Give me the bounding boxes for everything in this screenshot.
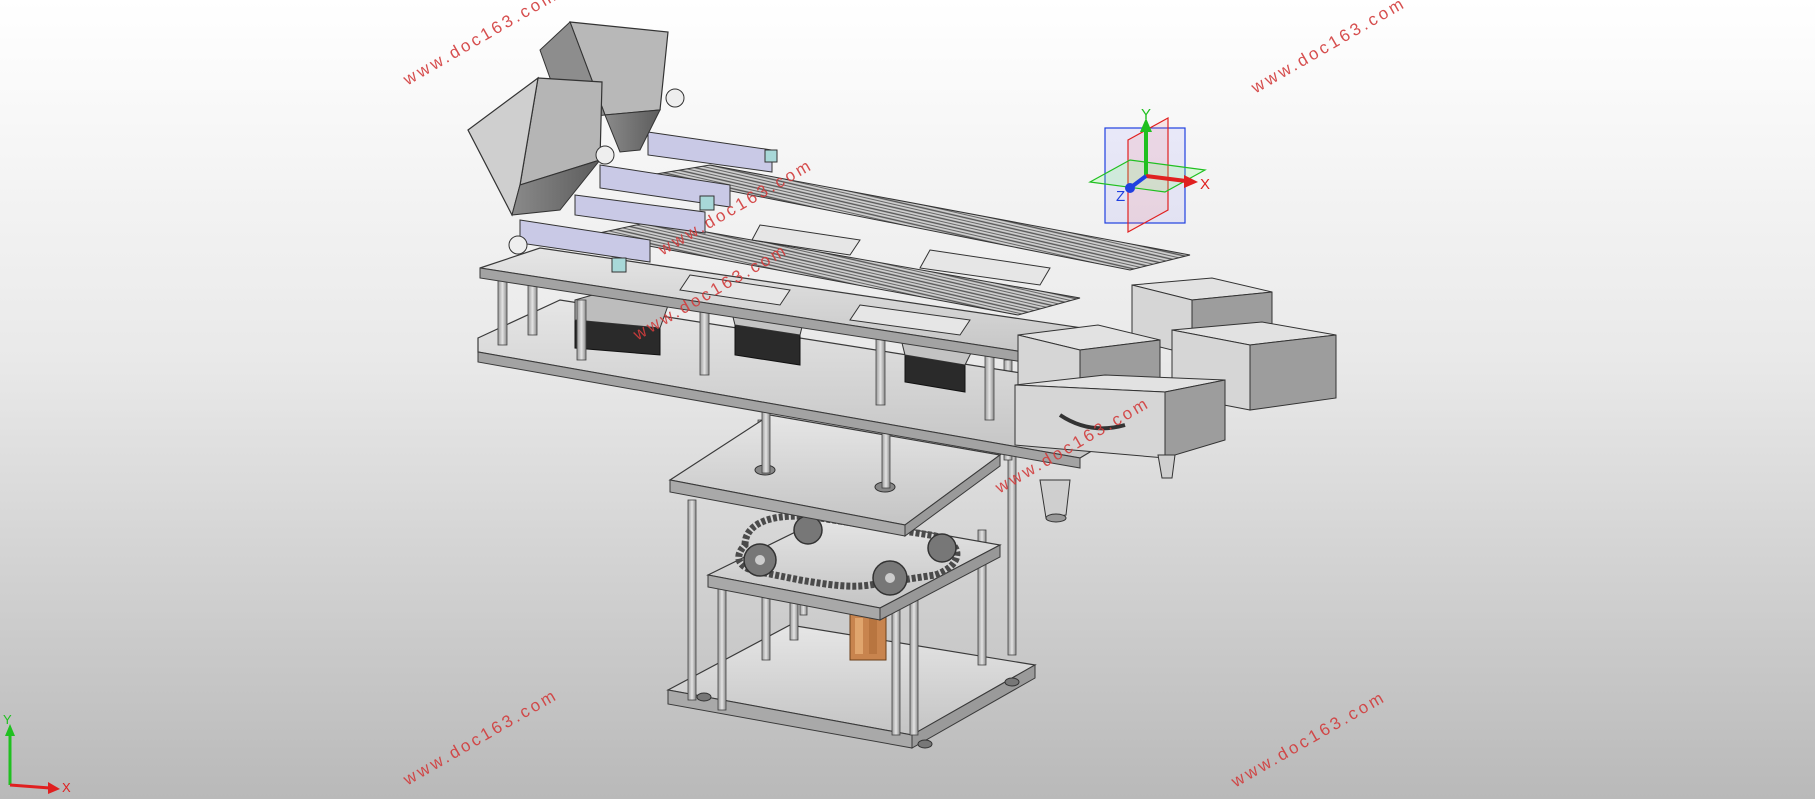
discharge-funnel [1039,454,1176,523]
chain-drive-plate [706,512,1002,621]
machine-3d-model[interactable] [0,0,1815,799]
corner-axis-triad [5,724,60,794]
corner-triad-y-label: Y [3,712,12,727]
cad-viewport[interactable]: Y X Z Y X www.doc163.com www.doc163.com … [0,0,1815,799]
triad-x-label: X [1200,176,1211,193]
triad-y-label: Y [1141,106,1152,123]
triad-z-label: Z [1116,188,1126,205]
view-triad[interactable] [1088,116,1207,234]
corner-triad-x-label: X [62,780,71,795]
output-boxes [1014,277,1337,459]
